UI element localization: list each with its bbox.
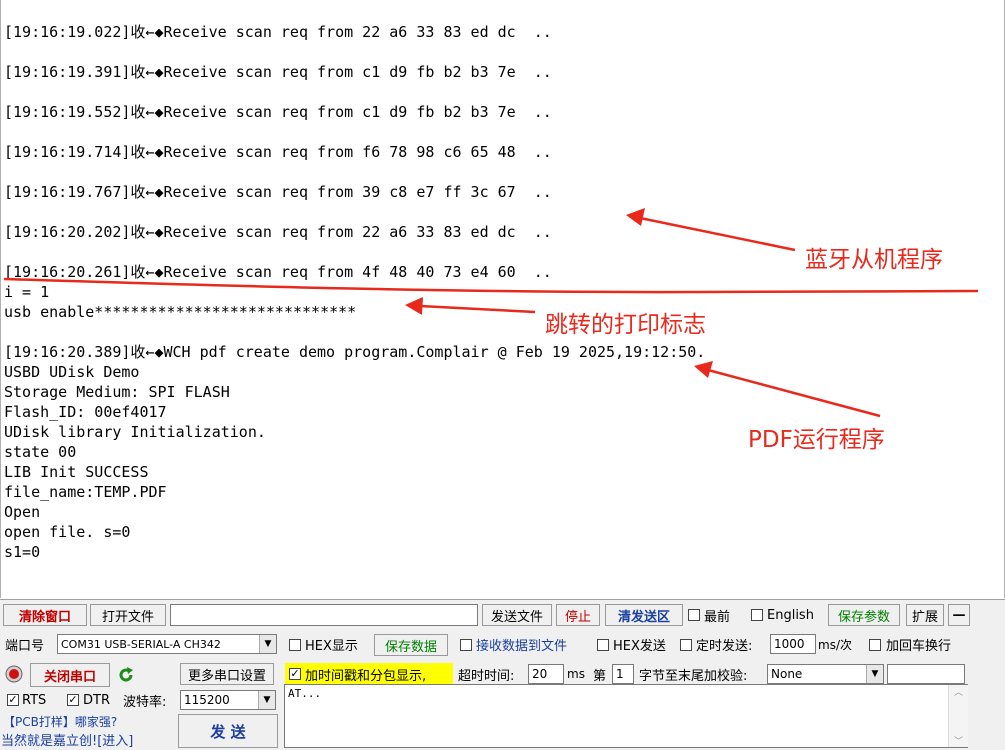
timeout-unit-label: ms xyxy=(567,667,585,681)
chevron-down-icon: ▼ xyxy=(259,635,276,653)
expand-button[interactable]: 扩展 xyxy=(906,604,944,626)
log-line: i = 1 xyxy=(4,283,50,301)
log-line: UDisk library Initialization. xyxy=(4,423,266,441)
log-line: open file. s=0 xyxy=(4,523,131,541)
english-label: English xyxy=(767,607,814,623)
recv-to-file-checkbox[interactable] xyxy=(460,639,472,651)
timeout-input[interactable]: 20 xyxy=(528,664,564,684)
refresh-icon[interactable] xyxy=(117,663,139,687)
log-line: [19:16:19.022]收←◆Receive scan req from 2… xyxy=(4,23,552,41)
dtr-label: DTR xyxy=(83,692,110,708)
ad-line-1[interactable]: 【PCB打样】哪家强? xyxy=(3,713,117,729)
clear-window-button[interactable]: 清除窗口 xyxy=(3,604,87,626)
annotation-pdf-label: PDF运行程序 xyxy=(748,427,885,453)
dtr-checkbox[interactable]: ✓ xyxy=(67,694,79,706)
scroll-down-icon[interactable]: ﹀ xyxy=(949,734,968,747)
interval-unit-label: ms/次 xyxy=(818,637,852,652)
port-label: 端口号 xyxy=(5,638,45,654)
port-select-value: COM31 USB-SERIAL-A CH342 xyxy=(61,637,221,651)
chevron-down-icon: ▼ xyxy=(866,665,883,683)
log-line: [19:16:19.714]收←◆Receive scan req from f… xyxy=(4,143,552,161)
baud-label: 波特率: xyxy=(123,694,167,710)
send-textarea-text: AT... xyxy=(288,687,322,700)
hex-send-label: HEX发送 xyxy=(613,638,666,654)
open-file-button[interactable]: 打开文件 xyxy=(90,604,166,626)
more-settings-button[interactable]: 更多串口设置 xyxy=(180,663,274,685)
send-scrollbar[interactable]: ︿ ﹀ xyxy=(948,685,968,747)
send-button[interactable]: 发 送 xyxy=(178,714,278,748)
log-line: state 00 xyxy=(4,443,77,461)
close-port-button[interactable]: 关闭串口 xyxy=(30,663,110,687)
hex-display-checkbox[interactable] xyxy=(289,639,301,651)
hex-send-checkbox[interactable] xyxy=(597,639,609,651)
log-line: [19:16:19.552]收←◆Receive scan req from c… xyxy=(4,103,552,121)
send-textarea[interactable]: AT... xyxy=(284,684,968,748)
control-panel: 清除窗口 打开文件 发送文件 停止 清发送区 最前 English 保存参数 扩… xyxy=(0,599,1005,750)
annotation-jump-label: 跳转的打印标志 xyxy=(545,312,706,338)
log-line: Open xyxy=(4,503,41,521)
record-icon[interactable] xyxy=(5,663,27,685)
add-crlf-checkbox[interactable] xyxy=(869,639,881,651)
timed-send-checkbox[interactable] xyxy=(680,639,692,651)
timed-send-label: 定时发送: xyxy=(696,638,753,654)
save-data-button[interactable]: 保存数据 xyxy=(374,634,448,656)
collapse-button[interactable]: — xyxy=(948,604,970,626)
log-line: [19:16:19.391]收←◆Receive scan req from c… xyxy=(4,63,552,81)
clear-send-area-button[interactable]: 清发送区 xyxy=(605,604,683,626)
annotation-bluetooth-label: 蓝牙从机程序 xyxy=(805,247,943,273)
interval-input[interactable]: 1000 xyxy=(770,634,816,654)
topmost-checkbox[interactable] xyxy=(688,609,700,621)
send-file-button[interactable]: 发送文件 xyxy=(482,604,552,626)
log-line: Storage Medium: SPI FLASH xyxy=(4,383,230,401)
rts-label: RTS xyxy=(22,692,47,708)
log-line: s1=0 xyxy=(4,543,41,561)
file-path-input[interactable] xyxy=(170,604,478,626)
scroll-up-icon[interactable]: ︿ xyxy=(949,685,968,698)
checksum-extra-input[interactable] xyxy=(887,664,965,684)
log-line: [19:16:19.767]收←◆Receive scan req from 3… xyxy=(4,183,552,201)
checksum-select[interactable]: None ▼ xyxy=(767,664,884,684)
log-line: usb enable***************************** xyxy=(4,303,357,321)
log-line: Flash_ID: 00ef4017 xyxy=(4,403,167,421)
timestamp-label: 加时间戳和分包显示, xyxy=(305,668,427,684)
log-line: [19:16:20.202]收←◆Receive scan req from 2… xyxy=(4,223,552,241)
log-line: LIB Init SUCCESS xyxy=(4,463,149,481)
nth-label: 第 xyxy=(593,668,607,684)
log-line: USBD UDisk Demo xyxy=(4,363,140,381)
baud-select[interactable]: 115200 ▼ xyxy=(180,690,276,710)
save-params-button[interactable]: 保存参数 xyxy=(828,604,900,626)
stop-button[interactable]: 停止 xyxy=(556,604,600,626)
ad-line-2[interactable]: 当然就是嘉立创![进入] xyxy=(1,730,133,749)
hex-display-label: HEX显示 xyxy=(305,638,358,654)
baud-select-value: 115200 xyxy=(184,693,230,707)
chevron-down-icon: ▼ xyxy=(258,691,275,709)
log-line: [19:16:20.389]收←◆WCH pdf create demo pro… xyxy=(4,343,706,361)
english-checkbox[interactable] xyxy=(751,609,763,621)
receive-log[interactable]: [19:16:19.022]收←◆Receive scan req from 2… xyxy=(0,0,1005,598)
port-select[interactable]: COM31 USB-SERIAL-A CH342 ▼ xyxy=(57,634,277,654)
add-crlf-label: 加回车换行 xyxy=(886,638,952,654)
log-line: file_name:TEMP.PDF xyxy=(4,483,167,501)
checksum-select-value: None xyxy=(771,667,803,681)
checksum-label: 字节至末尾加校验: xyxy=(639,668,748,684)
recv-to-file-label: 接收数据到文件 xyxy=(476,638,568,654)
timestamp-checkbox[interactable]: ✓ xyxy=(289,668,301,680)
nth-input[interactable]: 1 xyxy=(612,664,634,684)
log-line: [19:16:20.261]收←◆Receive scan req from 4… xyxy=(4,263,552,281)
rts-checkbox[interactable]: ✓ xyxy=(7,694,19,706)
timeout-label: 超时时间: xyxy=(458,668,515,684)
topmost-label: 最前 xyxy=(704,609,731,625)
